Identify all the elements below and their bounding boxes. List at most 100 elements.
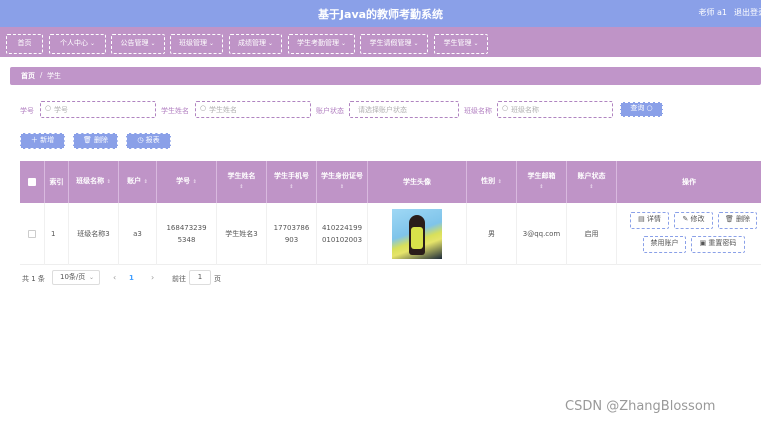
cell-status: 启用 [567,203,617,265]
col-class-name[interactable]: 班级名称 ⇕ [69,161,119,203]
nav-notice-label: 公告管理 [120,39,149,47]
sort-icon: ⇕ [339,184,345,190]
avatar-body [411,227,423,249]
cell-student-name: 学生姓名3 [217,203,267,265]
chevron-down-icon: ⌄ [473,40,479,47]
logout-link[interactable]: 退出登录 [734,7,761,18]
row-checkbox[interactable] [28,230,36,238]
sort-icon: ⇕ [497,179,502,185]
col-student-name[interactable]: 学生姓名 ⇕ [217,161,267,203]
cell-student-no: 1684732395348 [157,203,217,265]
nav-student[interactable]: 学生管理 ⌄ [434,34,488,54]
detail-button[interactable]: ▤ 详情 [630,212,669,229]
site-title: 基于Java的教师考勤系统 [317,8,444,21]
col-status[interactable]: 账户状态 ⇕ [567,161,617,203]
col-class-name-label: 班级名称 [76,177,105,185]
main-nav: 首页 个人中心 ⌄ 公告管理 ⌄ 班级管理 ⌄ 成绩管理 ⌄ 学生考勤管理 ⌄ 学生请假管… [0,27,761,57]
col-email[interactable]: 学生邮箱 ⇕ [517,161,567,203]
nav-home[interactable]: 首页 [6,34,43,54]
select-all-header [20,161,45,203]
page-size-value: 10条/页 [60,273,86,281]
col-id-card-label: 学生身份证号 [321,172,363,180]
prev-page-icon[interactable]: ‹ [113,273,116,282]
cell-account: a3 [119,203,157,265]
nav-attendance[interactable]: 学生考勤管理 ⌄ [288,34,355,54]
chevron-down-icon: ⌄ [413,40,419,47]
account-status-label: 账户状态 [316,107,344,115]
nav-notice[interactable]: 公告管理 ⌄ [111,34,165,54]
breadcrumb-current: 学生 [47,72,61,80]
row-select-cell [20,203,45,265]
edit-button[interactable]: ✎ 修改 [674,212,713,229]
class-name-placeholder: 班级名称 [511,106,539,114]
sort-icon: ⇕ [589,184,594,190]
col-index: 索引 [45,161,69,203]
nav-grade-label: 成绩管理 [237,39,266,47]
sort-icon: ⇕ [192,179,197,185]
chevron-down-icon: ⌄ [88,274,94,281]
col-status-label: 账户状态 [577,172,606,180]
col-id-card[interactable]: 学生身份证号 ⇕ [317,161,368,203]
class-name-input[interactable]: ○ 班级名称 [497,101,613,118]
select-all-checkbox[interactable] [28,178,36,186]
col-student-name-label: 学生姓名 [227,172,256,180]
chevron-down-icon: ⌄ [208,40,215,47]
add-button[interactable]: ＋ 新增 [20,133,65,149]
report-button[interactable]: ◷ 报表 [126,133,171,149]
nav-personal-center-label: 个人中心 [59,39,88,47]
col-account-label: 账户 [127,177,142,185]
cell-index: 1 [45,203,69,265]
search-button[interactable]: 查询 ○ [620,102,663,117]
nav-attendance-label: 学生考勤管理 [296,39,339,47]
chevron-down-icon: ⌄ [267,40,274,47]
col-phone[interactable]: 学生手机号 ⇕ [267,161,317,203]
student-name-placeholder: 学生姓名 [209,106,237,114]
cell-gender: 男 [467,203,517,265]
col-gender[interactable]: 性别 ⇕ [467,161,517,203]
student-avatar-image[interactable] [392,209,442,259]
account-status-placeholder: 请选择账户状态 [358,106,407,114]
breadcrumb-home[interactable]: 首页 [21,71,35,81]
col-actions: 操作 [617,161,761,203]
next-page-icon[interactable]: › [151,273,154,282]
page-size-select[interactable]: 10条/页 ⌄ [52,270,100,285]
sort-icon: ⇕ [143,179,148,185]
row-delete-button[interactable]: 🗑 删除 [718,212,757,229]
account-status-select[interactable]: 请选择账户状态 [349,101,459,118]
nav-student-label: 学生管理 [443,39,472,47]
nav-personal-center[interactable]: 个人中心 ⌄ [49,34,106,54]
col-account[interactable]: 账户 ⇕ [119,161,157,203]
col-index-label: 索引 [49,177,64,186]
sort-icon: ⇕ [239,184,244,190]
nav-grade[interactable]: 成绩管理 ⌄ [229,34,282,54]
cell-avatar [368,203,467,265]
class-name-label: 班级名称 [464,107,492,115]
student-name-input[interactable]: ○ 学生姓名 [195,101,311,118]
search-icon: ○ [200,104,207,112]
search-icon: ○ [45,104,52,112]
nav-class[interactable]: 班级管理 ⌄ [170,34,223,54]
table-header: 索引 班级名称 ⇕ 账户 ⇕ 学号 ⇕ 学生姓名 ⇕ 学生手机号 ⇕ 学生身份证号 ⇕… [20,161,761,203]
student-no-input[interactable]: ○ 学号 [40,101,156,118]
sort-icon: ⇕ [289,184,294,190]
col-gender-label: 性别 [481,177,496,185]
col-phone-label: 学生手机号 [274,172,309,180]
sort-icon: ⇕ [106,179,111,185]
pager-total: 共 1 条 [22,275,45,283]
goto-page-input[interactable]: 1 [189,270,211,285]
col-actions-label: 操作 [682,177,696,186]
nav-leave[interactable]: 学生请假管理 ⌄ [360,34,428,54]
delete-button[interactable]: 🗑 删除 [73,133,118,149]
watermark: CSDN @ZhangBlossom [565,399,716,414]
student-name-label: 学生姓名 [161,107,189,115]
nav-home-label: 首页 [17,39,32,47]
current-user: 老师 a1 [698,8,727,17]
reset-password-button[interactable]: ▣ 重置密码 [691,236,745,253]
current-page[interactable]: 1 [129,274,134,282]
col-avatar-label: 学生头像 [403,177,431,186]
disable-account-button[interactable]: 禁用账户 [643,236,686,253]
sort-icon: ⇕ [539,184,544,190]
search-icon: ○ [502,104,509,112]
breadcrumb: 首页 / 学生 [10,67,761,85]
col-student-no[interactable]: 学号 ⇕ [157,161,217,203]
